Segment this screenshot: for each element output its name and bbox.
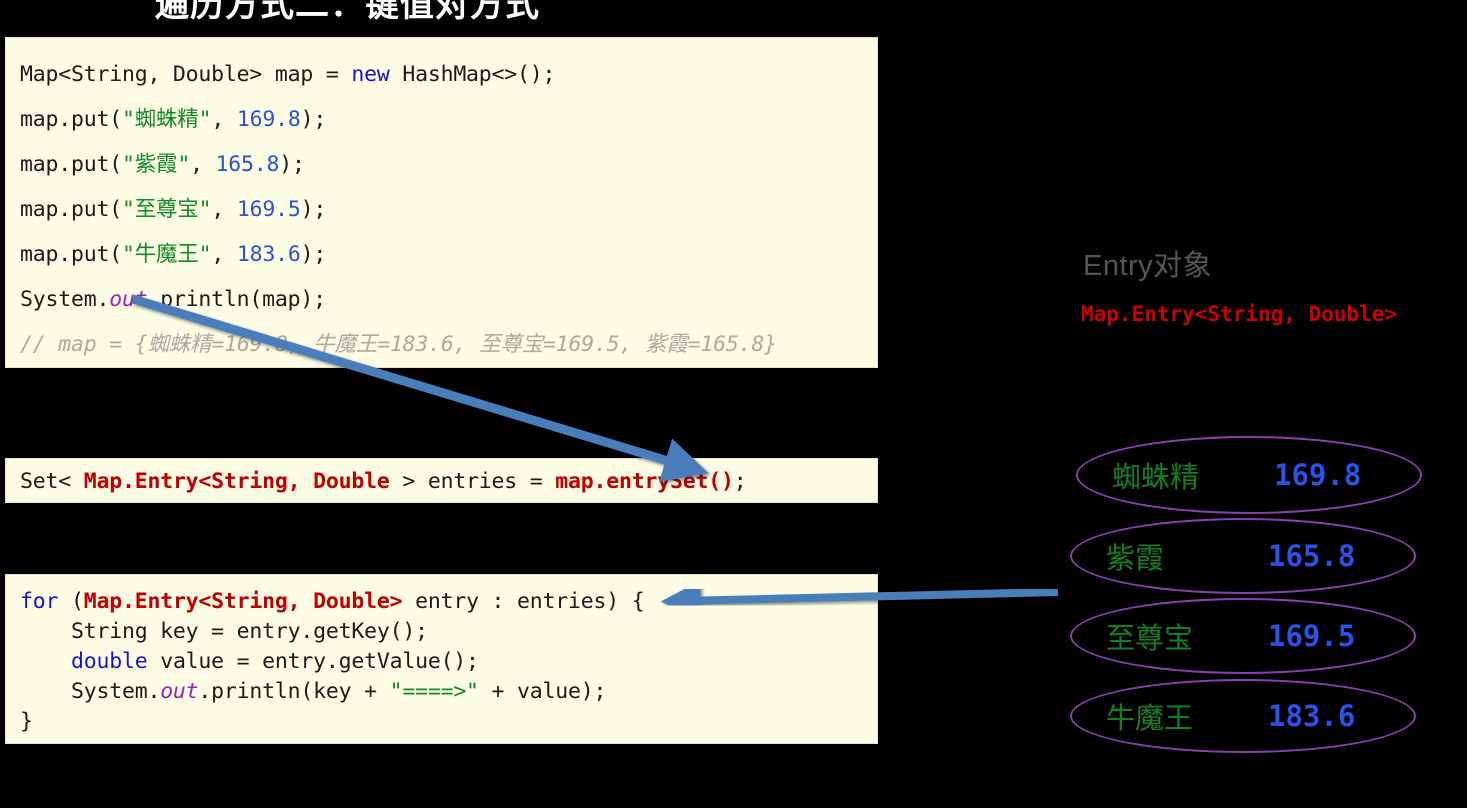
entry-object-heading: Entry对象 [1083, 250, 1213, 282]
code-token: double [70, 649, 148, 674]
slide-canvas: 遍历方式二：键值对方式 Map<String, Double> map = ne… [0, 0, 1467, 808]
code-token: " [177, 152, 191, 177]
code-token: Map<String, Double> map = [20, 62, 352, 87]
code-token: System. [20, 679, 161, 704]
code-token: 169.5 [236, 197, 301, 222]
code-line: Map<String, Double> map = new HashMap<>(… [20, 52, 877, 97]
entry-value: 169.5 [1268, 619, 1356, 653]
entry-oval: 紫霞 165.8 [1070, 518, 1416, 594]
entry-oval: 蜘蛛精 169.8 [1076, 436, 1422, 514]
entry-key: 牛魔王 [1106, 701, 1194, 735]
code-line: map.put("牛魔王", 183.6); [20, 232, 877, 277]
entry-oval: 牛魔王 183.6 [1070, 679, 1416, 753]
code-token: " [121, 107, 135, 132]
code-token: 牛魔王 [134, 242, 199, 267]
code-token: // map = {蜘蛛精=169.8, 牛魔王=183.6, 至尊宝=169.… [20, 332, 777, 357]
code-token: ); [300, 197, 327, 222]
code-token: " [198, 242, 212, 267]
code-token: } [20, 709, 33, 734]
code-token: .println(map); [147, 287, 326, 312]
code-line: double value = entry.getValue(); [20, 647, 877, 677]
page-title: 遍历方式二：键值对方式 [155, 0, 540, 24]
code-token: , [211, 107, 237, 132]
foreach-code-panel: for (Map.Entry<String, Double> entry : e… [5, 574, 878, 744]
code-token: new [351, 62, 390, 87]
code-token: 169.8 [236, 107, 301, 132]
entry-value: 169.8 [1274, 458, 1362, 492]
code-token: 183.6 [236, 242, 301, 267]
code-line: for (Map.Entry<String, Double> entry : e… [20, 587, 877, 617]
code-token: 蜘蛛精 [134, 107, 199, 132]
code-token: ( [58, 589, 84, 614]
code-lines-entry: Set< Map.Entry<String, Double > entries … [20, 468, 877, 496]
code-token: System. [20, 287, 110, 312]
code-token: ); [300, 242, 327, 267]
code-token: ; [733, 469, 747, 494]
code-token: map.put( [20, 242, 122, 267]
code-token: " [121, 197, 135, 222]
code-token: ); [279, 152, 305, 177]
entry-type-signature: Map.Entry<String, Double> [1081, 302, 1398, 326]
code-line: String key = entry.getKey(); [20, 617, 877, 647]
code-line: map.put("紫霞", 165.8); [20, 142, 877, 187]
entry-value: 165.8 [1268, 539, 1356, 573]
entry-value: 183.6 [1268, 699, 1356, 733]
code-token: Map.Entry<String, Double [83, 469, 390, 494]
code-token: 紫霞 [134, 152, 178, 177]
code-token: Map.Entry<String, Double> [83, 589, 403, 614]
code-token: ); [300, 107, 327, 132]
code-token: value = entry.getValue(); [147, 649, 479, 674]
code-line: System.out.println(key + "====>" + value… [20, 677, 877, 707]
code-line: // map = {蜘蛛精=169.8, 牛魔王=183.6, 至尊宝=169.… [20, 322, 877, 367]
code-token: " [121, 242, 135, 267]
code-token: map.put( [20, 107, 122, 132]
code-token: " [121, 152, 135, 177]
entry-oval: 至尊宝 169.5 [1070, 598, 1416, 674]
code-token: " [198, 107, 212, 132]
entry-key: 紫霞 [1106, 541, 1165, 575]
code-line: Set< Map.Entry<String, Double > entries … [20, 468, 877, 496]
code-line: map.put("蜘蛛精", 169.8); [20, 97, 877, 142]
code-token: out [109, 287, 148, 312]
code-token: entry : entries) { [402, 589, 645, 614]
code-lines-main: Map<String, Double> map = new HashMap<>(… [20, 52, 877, 367]
code-token: out [160, 679, 199, 704]
code-lines-foreach: for (Map.Entry<String, Double> entry : e… [20, 587, 877, 737]
code-token: for [20, 589, 59, 614]
code-token: " [198, 197, 212, 222]
code-line: } [20, 707, 877, 737]
code-token: String key = entry.getKey(); [20, 619, 428, 644]
code-token: HashMap<>(); [389, 62, 556, 87]
code-token: , [211, 197, 237, 222]
code-line: System.out.println(map); [20, 277, 877, 322]
code-token: map.put( [20, 197, 122, 222]
code-token: Set< [20, 469, 84, 494]
entryset-code-panel: Set< Map.Entry<String, Double > entries … [5, 458, 878, 503]
code-token: map.entrySet() [555, 469, 734, 494]
code-token: + value); [478, 679, 607, 704]
code-token: 165.8 [215, 152, 280, 177]
code-token: , [211, 242, 237, 267]
code-token: , [190, 152, 216, 177]
code-token: .println(key + [198, 679, 390, 704]
map-creation-code-panel: Map<String, Double> map = new HashMap<>(… [5, 37, 878, 368]
code-token: map.put( [20, 152, 122, 177]
code-token: 至尊宝 [134, 197, 199, 222]
code-token: > entries = [389, 469, 556, 494]
code-token: "====>" [389, 679, 479, 704]
entry-key: 蜘蛛精 [1112, 460, 1200, 494]
entry-key: 至尊宝 [1106, 621, 1194, 655]
code-line: map.put("至尊宝", 169.5); [20, 187, 877, 232]
